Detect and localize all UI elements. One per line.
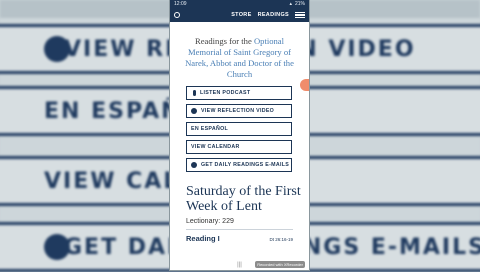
button-label: LISTEN PODCAST — [200, 90, 251, 96]
floating-side-tab[interactable] — [300, 79, 309, 91]
recents-icon[interactable]: ||| — [237, 262, 242, 268]
button-label: VIEW CALENDAR — [191, 144, 240, 150]
reading-one-header: Reading I Dt 26:16-19 — [170, 230, 309, 243]
button-label: VIEW REFLECTION VIDEO — [201, 108, 275, 114]
usccb-logo[interactable] — [174, 11, 196, 19]
nav-store[interactable]: STORE — [231, 12, 251, 18]
bg-play-icon — [44, 36, 70, 62]
button-label: GET DAILY READINGS E-MAILS — [201, 162, 290, 168]
get-daily-readings-emails-button[interactable]: GET DAILY READINGS E-MAILS — [186, 158, 292, 172]
recorder-watermark: Recorded with XRecorder — [255, 261, 305, 268]
lectionary-number: Lectionary: 229 — [186, 218, 234, 225]
status-time: 12:09 — [174, 1, 187, 7]
day-title: Saturday of the First Week of Lent — [186, 184, 301, 214]
play-icon — [191, 108, 197, 114]
readings-intro: Readings for the Optional Memorial of Sa… — [170, 22, 309, 86]
signal-icon: ▴ — [289, 1, 292, 7]
status-icons: ▴ 21% — [289, 1, 305, 7]
nav-readings[interactable]: READINGS — [258, 12, 289, 18]
email-icon — [191, 162, 197, 168]
reading-reference[interactable]: Dt 26:16-19 — [269, 237, 293, 242]
button-label: EN ESPAÑOL — [191, 126, 229, 132]
microphone-icon — [193, 90, 196, 96]
menu-icon[interactable] — [295, 11, 305, 19]
en-espanol-button[interactable]: EN ESPAÑOL — [186, 122, 292, 136]
listen-podcast-button[interactable]: LISTEN PODCAST — [186, 86, 292, 100]
intro-prefix: Readings for the — [194, 36, 254, 46]
seal-icon — [174, 12, 180, 18]
battery-level: 21% — [294, 1, 305, 7]
view-reflection-video-button[interactable]: VIEW REFLECTION VIDEO — [186, 104, 292, 118]
view-calendar-button[interactable]: VIEW CALENDAR — [186, 140, 292, 154]
site-header: STORE READINGS — [170, 8, 309, 22]
status-bar: 12:09 ▴ 21% — [170, 0, 309, 8]
bg-email-icon — [44, 234, 70, 260]
phone-screen: 12:09 ▴ 21% STORE READINGS Readings for … — [170, 0, 309, 270]
nav-links: STORE READINGS — [231, 11, 305, 19]
reading-title: Reading I — [186, 234, 220, 243]
